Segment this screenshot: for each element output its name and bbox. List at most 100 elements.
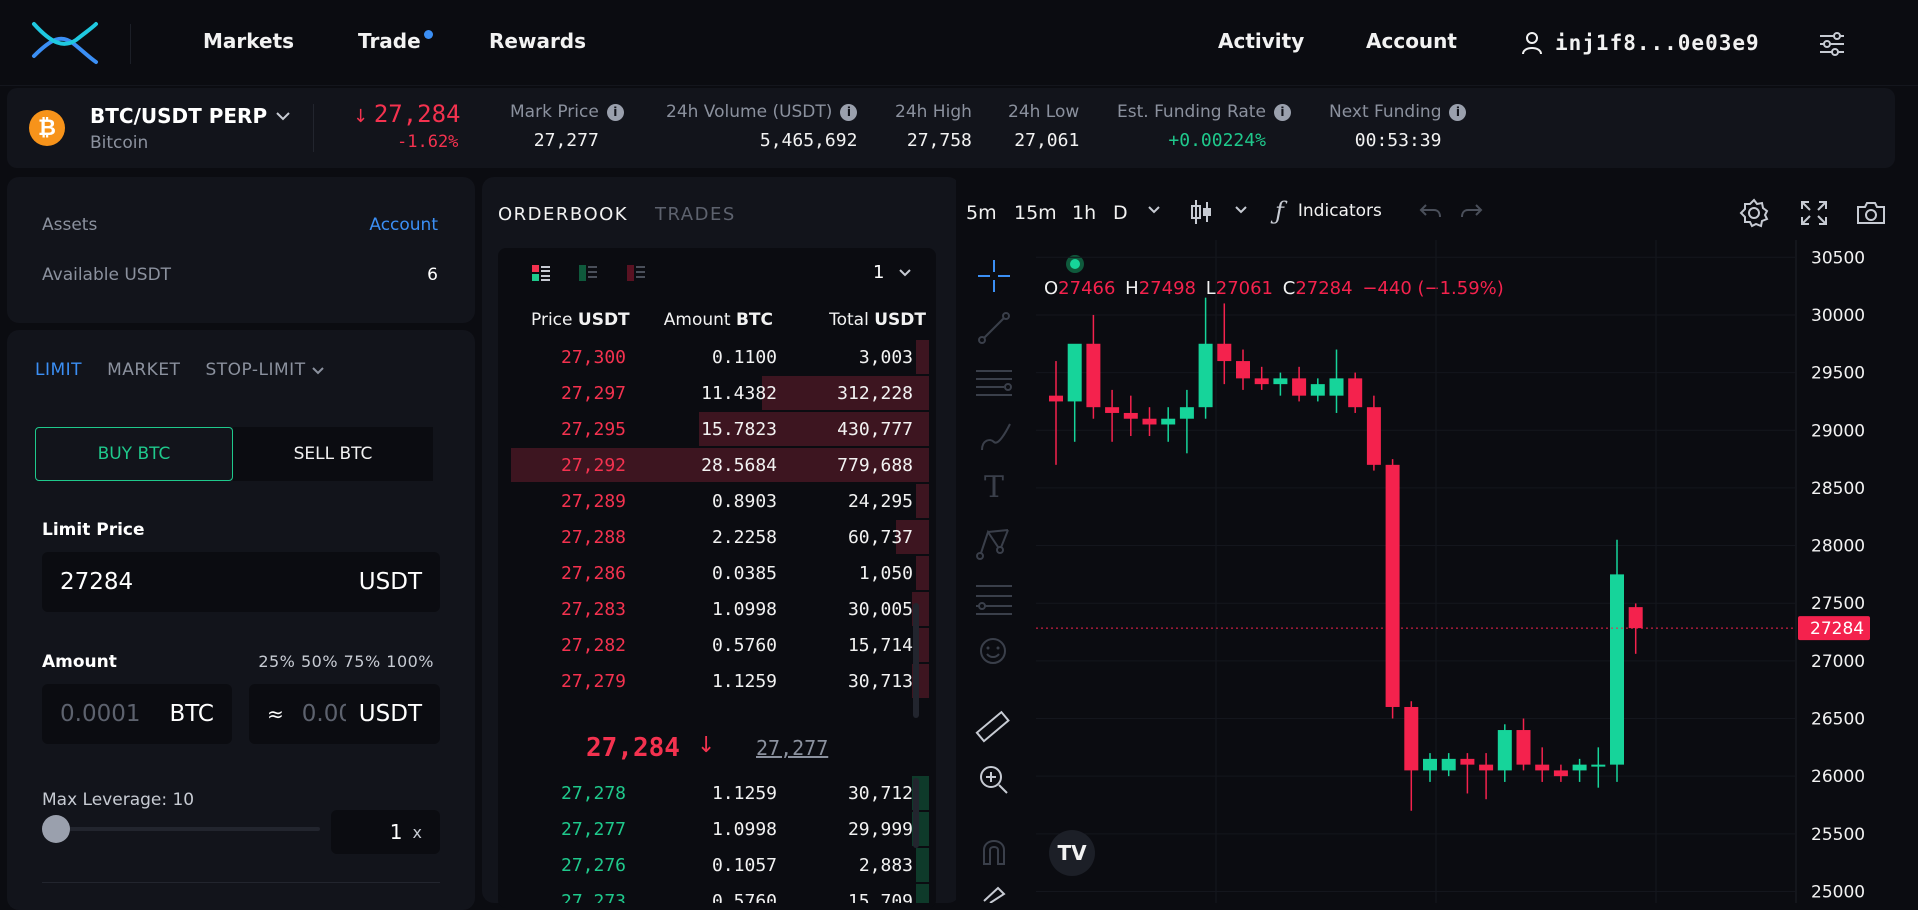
text-tool-icon[interactable]: T <box>984 470 1004 505</box>
ask-row[interactable]: 27,297 11.4382 312,228 <box>511 376 929 410</box>
tab-stop-limit[interactable]: STOP-LIMIT <box>205 360 325 380</box>
sell-button[interactable]: SELL BTC <box>233 427 433 481</box>
pencil-icon[interactable] <box>980 886 1006 903</box>
orderbook-asks-icon[interactable] <box>626 264 646 282</box>
depth-bar <box>916 484 929 518</box>
tab-orderbook[interactable]: ORDERBOOK <box>498 204 628 225</box>
ask-row[interactable]: 27,292 28.5684 779,688 <box>511 448 929 482</box>
buy-button[interactable]: BUY BTC <box>35 427 233 481</box>
ask-row[interactable]: 27,295 15.7823 430,777 <box>511 412 929 446</box>
indicators-button[interactable]: ƒ Indicators <box>1275 197 1382 225</box>
ask-row[interactable]: 27,286 0.0385 1,050 <box>511 556 929 590</box>
leverage-slider-track[interactable] <box>42 827 320 831</box>
nav-markets[interactable]: Markets <box>203 29 294 53</box>
zoom-in-icon[interactable] <box>978 764 1010 796</box>
candle-body <box>1404 706 1419 771</box>
smiley-icon[interactable] <box>978 636 1008 666</box>
timeframe-15m[interactable]: 15m <box>1014 202 1057 224</box>
leverage-input[interactable]: 1x <box>331 810 440 854</box>
price-change: -1.62% <box>397 132 459 152</box>
undo-icon[interactable] <box>1418 202 1442 220</box>
stat-value: 27,758 <box>906 130 972 151</box>
grouping-select[interactable]: 1 <box>873 262 912 283</box>
chevron-down-icon <box>276 112 290 121</box>
timeframe-d[interactable]: D <box>1113 202 1128 224</box>
redo-icon[interactable] <box>1460 202 1484 220</box>
ask-total: 15,714 <box>847 635 913 656</box>
wallet-address-text: inj1f8...0e03e9 <box>1555 31 1760 55</box>
leverage-x: x <box>412 822 422 842</box>
crosshair-icon[interactable] <box>976 258 1012 294</box>
info-icon[interactable]: i <box>1273 103 1291 121</box>
order-form-divider <box>42 882 440 883</box>
ask-row[interactable]: 27,283 1.0998 30,005 <box>511 592 929 626</box>
bid-row[interactable]: 27,277 1.0998 29,999 <box>511 812 929 846</box>
candles-icon[interactable] <box>1189 198 1213 226</box>
chevron-down-icon[interactable] <box>1147 205 1161 214</box>
fullscreen-icon[interactable] <box>1800 200 1828 226</box>
brush-icon[interactable] <box>978 420 1012 454</box>
nav-rewards[interactable]: Rewards <box>489 29 586 53</box>
orderbook-bids-icon[interactable] <box>578 264 598 282</box>
bid-row[interactable]: 27,276 0.1057 2,883 <box>511 848 929 882</box>
ticker-divider <box>313 104 314 152</box>
nav-account[interactable]: Account <box>1366 29 1457 53</box>
sliders-icon[interactable] <box>1817 30 1847 58</box>
market-ticker-bar: ₿ BTC/USDT PERP Bitcoin ↓ 27,284 -1.62% … <box>7 88 1895 168</box>
info-icon[interactable]: i <box>606 103 624 121</box>
info-icon[interactable]: i <box>840 103 858 121</box>
bids-scrollbar[interactable] <box>913 778 919 848</box>
trendline-icon[interactable] <box>978 312 1010 344</box>
tab-limit[interactable]: LIMIT <box>35 360 82 380</box>
mark-price-link[interactable]: 27,277 <box>756 736 828 760</box>
nav-activity[interactable]: Activity <box>1218 29 1304 53</box>
tab-market[interactable]: MARKET <box>107 360 180 380</box>
ask-price: 27,288 <box>561 527 627 548</box>
wallet-address[interactable]: inj1f8...0e03e9 <box>1521 28 1760 58</box>
orderbook-both-icon[interactable] <box>531 264 551 282</box>
bid-row[interactable]: 27,278 1.1259 30,712 <box>511 776 929 810</box>
horizontal-lines-icon[interactable] <box>974 365 1014 401</box>
ask-row[interactable]: 27,288 2.2258 60,737 <box>511 520 929 554</box>
y-tick-label: 25500 <box>1811 825 1865 845</box>
asks-scrollbar[interactable] <box>913 603 919 718</box>
limit-price-input[interactable]: 27284 USDT <box>42 552 440 612</box>
ask-row[interactable]: 27,282 0.5760 15,714 <box>511 628 929 662</box>
ask-row[interactable]: 27,279 1.1259 30,713 <box>511 664 929 698</box>
percent-shortcuts[interactable]: 25% 50% 75% 100% <box>258 652 434 671</box>
camera-icon[interactable] <box>1855 200 1887 226</box>
magnet-icon[interactable] <box>980 836 1008 866</box>
ask-price: 27,300 <box>561 347 627 368</box>
account-link[interactable]: Account <box>369 215 438 235</box>
timeframe-1h[interactable]: 1h <box>1072 202 1096 224</box>
leverage-slider-handle[interactable] <box>42 815 70 843</box>
nav-trade[interactable]: Trade <box>358 29 433 53</box>
ruler-icon[interactable] <box>974 708 1012 746</box>
amount-btc-input[interactable]: 0.0001 BTC <box>42 684 232 744</box>
y-tick-label: 28000 <box>1811 537 1865 557</box>
ask-row[interactable]: 27,300 0.1100 3,003 <box>511 340 929 374</box>
tradingview-logo[interactable]: TV <box>1049 830 1095 876</box>
pattern-icon[interactable] <box>976 526 1012 562</box>
down-arrow-icon: ↓ <box>353 106 374 127</box>
function-icon: ƒ <box>1275 197 1284 225</box>
ask-amount: 0.8903 <box>711 491 777 512</box>
y-tick-label: 29500 <box>1811 364 1865 384</box>
col-price-label: Price <box>531 310 573 330</box>
candle-body <box>1535 764 1550 771</box>
price-chart[interactable]: 30500 30000 29500 29000 28500 28000 27500 27000… <box>1036 240 1918 903</box>
candle-body <box>1105 407 1120 413</box>
chevron-down-icon[interactable] <box>1234 205 1248 214</box>
bid-row[interactable]: 27,273 0.5760 15,709 <box>511 884 929 903</box>
fib-icon[interactable] <box>974 582 1014 616</box>
amount-usdt-input[interactable]: ≈0.00 USDT <box>249 684 440 744</box>
ask-row[interactable]: 27,289 0.8903 24,295 <box>511 484 929 518</box>
candle-body <box>1441 758 1456 771</box>
injective-logo[interactable] <box>30 18 100 68</box>
timeframe-5m[interactable]: 5m <box>966 202 997 224</box>
gear-icon[interactable] <box>1739 198 1769 228</box>
market-selector[interactable]: BTC/USDT PERP <box>90 104 291 128</box>
candle-body <box>1217 343 1232 362</box>
tab-trades[interactable]: TRADES <box>655 204 736 225</box>
info-icon[interactable]: i <box>1449 103 1467 121</box>
